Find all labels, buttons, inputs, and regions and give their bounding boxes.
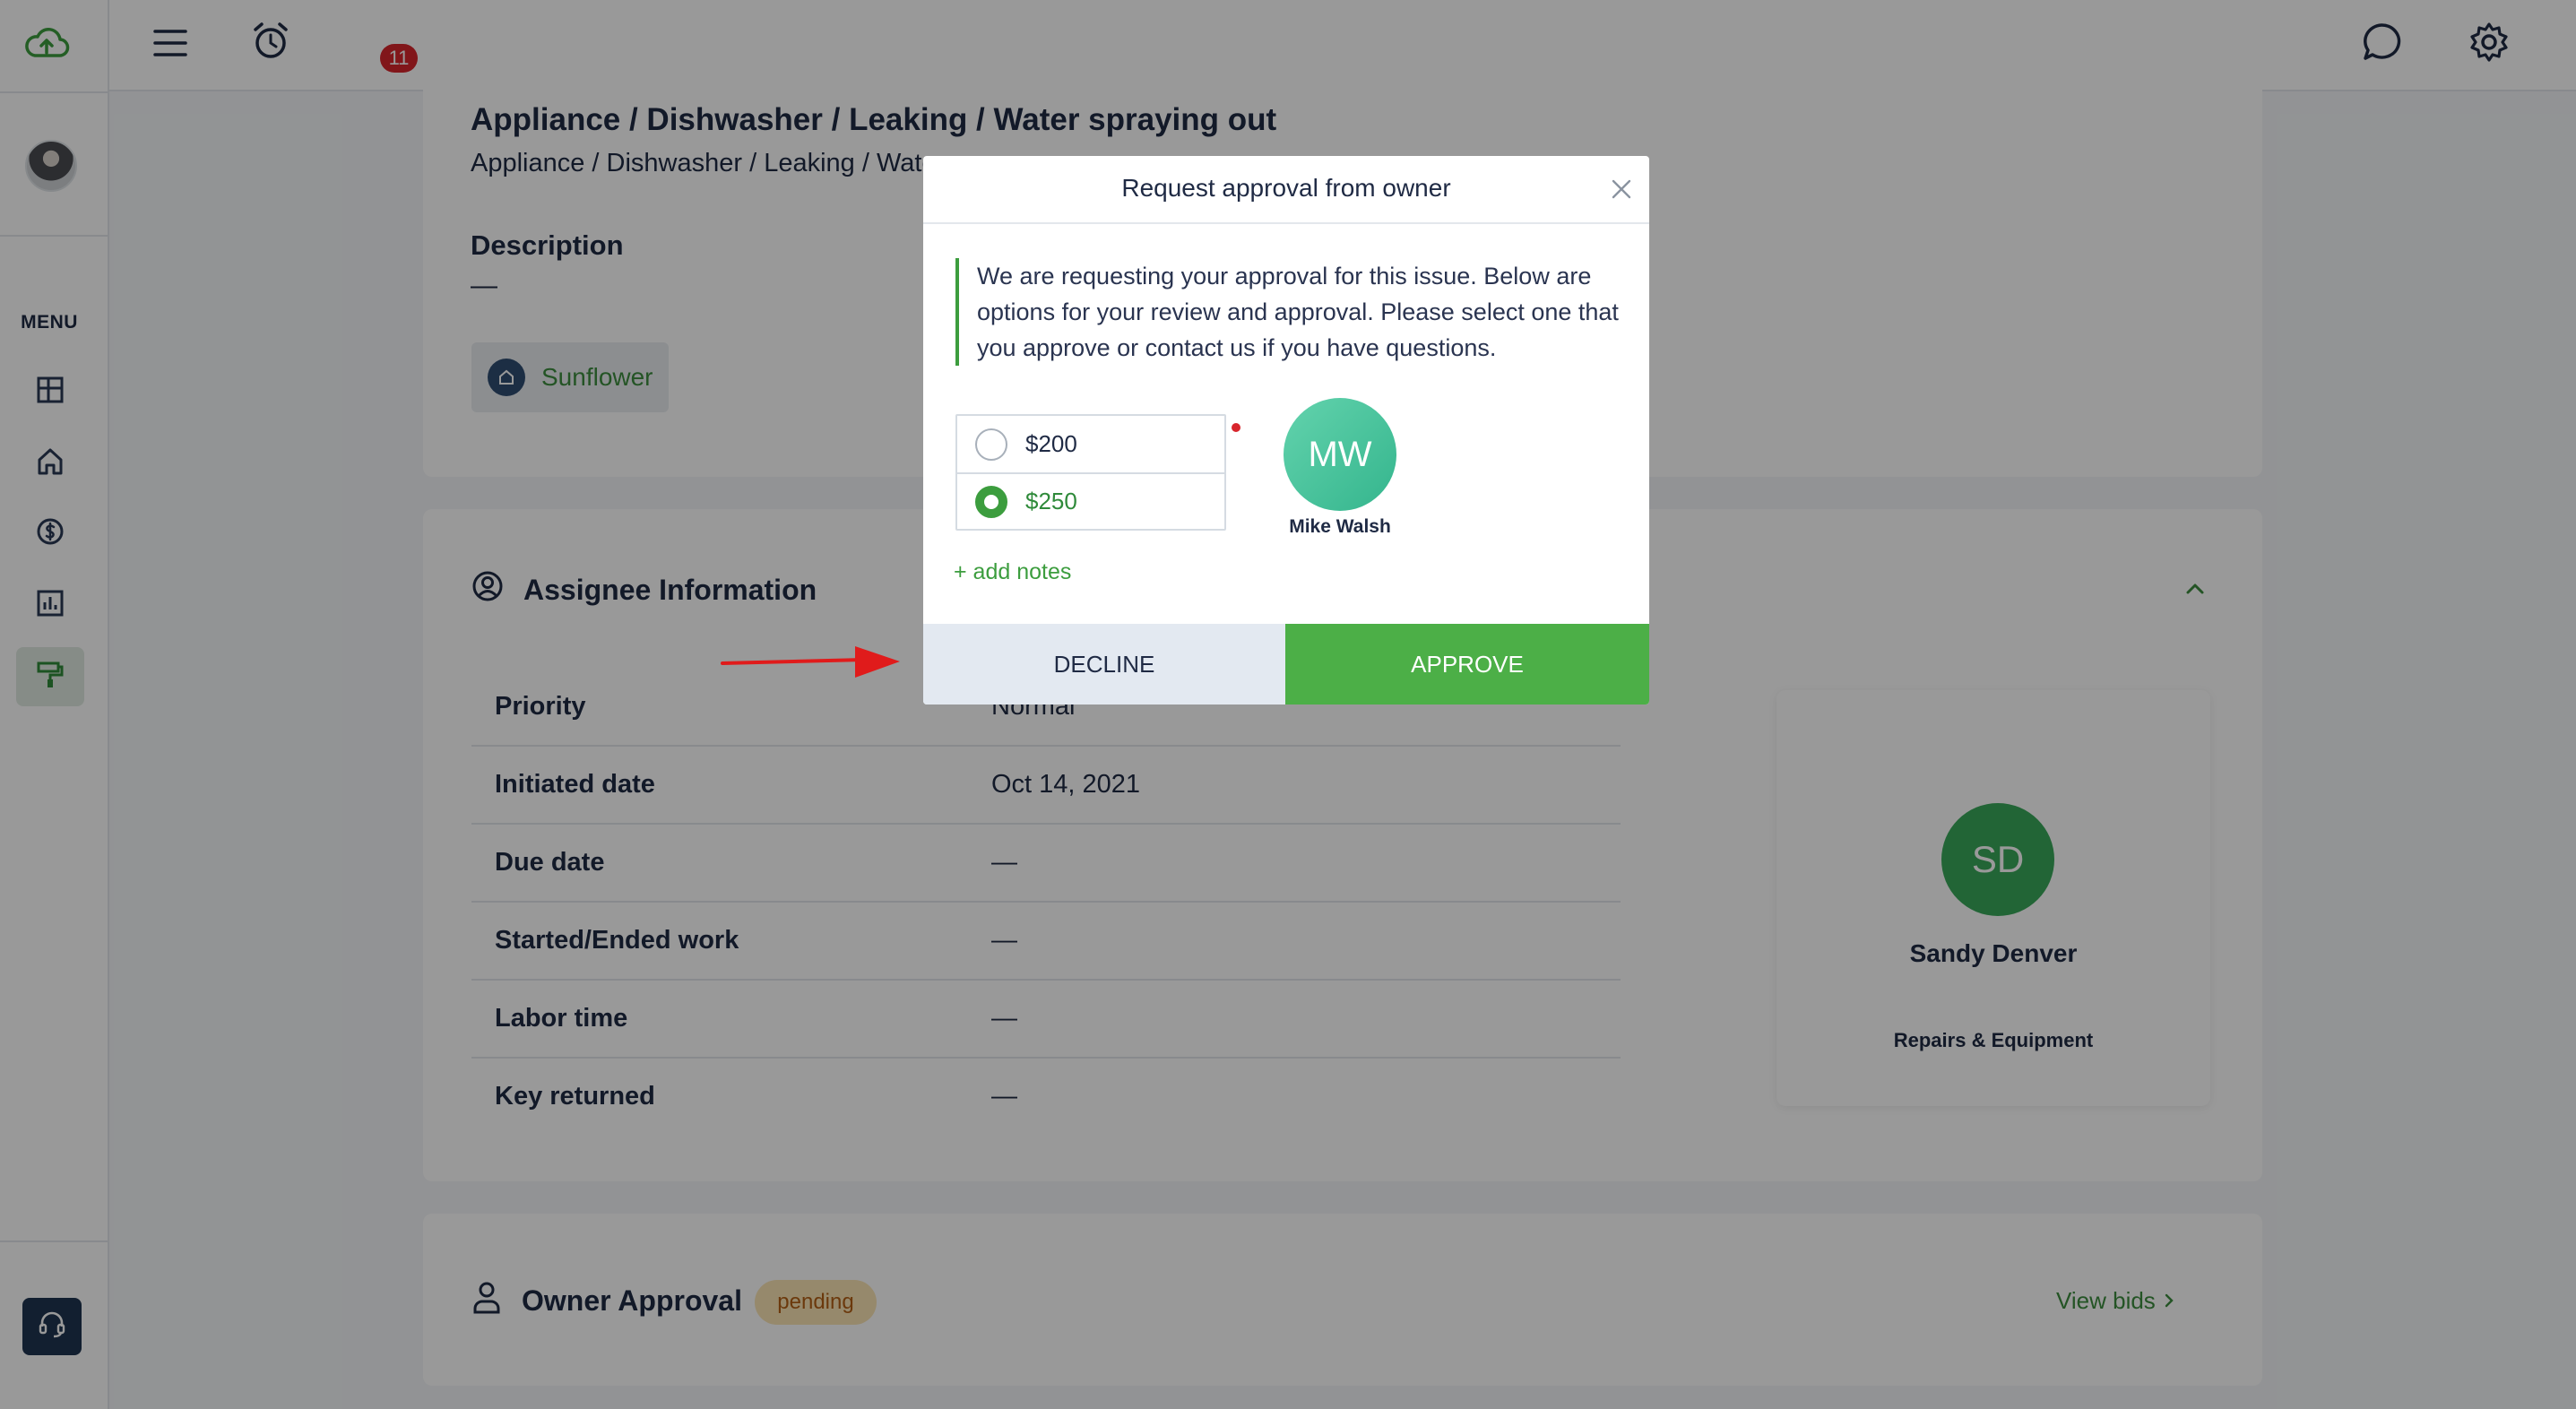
owner-avatar: MW <box>1284 398 1396 511</box>
bid-option[interactable]: $250 <box>957 472 1224 529</box>
approval-modal: Request approval from owner We are reque… <box>923 156 1649 704</box>
bid-option-label: $250 <box>1025 488 1077 514</box>
modal-header: Request approval from owner <box>923 156 1649 224</box>
bid-option[interactable]: $200 <box>957 416 1224 472</box>
add-notes-link[interactable]: + add notes <box>954 559 1071 585</box>
approve-button[interactable]: APPROVE <box>1285 624 1649 704</box>
bid-options: $200 $250 <box>955 414 1226 531</box>
annotation-arrow-icon <box>721 642 905 687</box>
close-icon[interactable] <box>1606 174 1637 204</box>
radio-button[interactable] <box>975 428 1007 461</box>
radio-button-selected[interactable] <box>975 485 1007 518</box>
modal-message: We are requesting your approval for this… <box>955 258 1619 366</box>
bid-option-label: $200 <box>1025 430 1077 457</box>
required-indicator <box>1232 423 1240 432</box>
modal-title: Request approval from owner <box>1121 174 1451 202</box>
decline-button[interactable]: DECLINE <box>923 624 1285 704</box>
owner-name: Mike Walsh <box>1289 516 1391 537</box>
